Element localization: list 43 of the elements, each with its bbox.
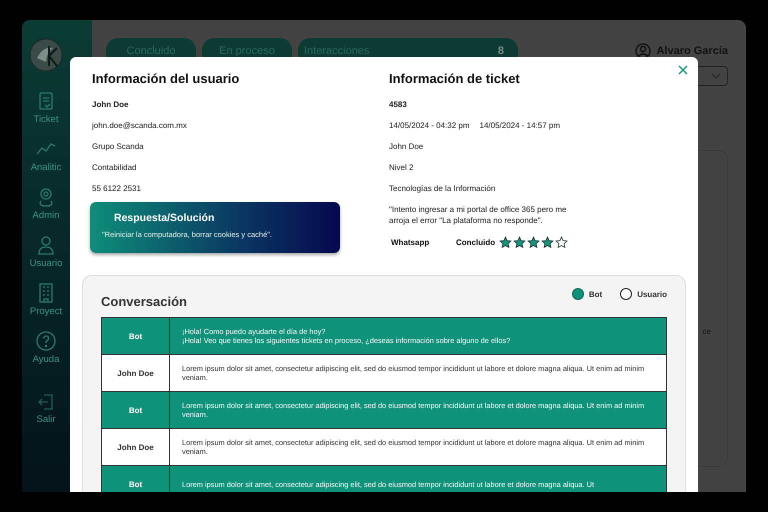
info-text: Tecnologías de la Información	[389, 184, 496, 193]
info-text: Contabilidad	[92, 163, 138, 172]
close-icon	[678, 65, 688, 75]
info-text: John Doe	[389, 142, 424, 151]
help-icon	[34, 330, 57, 352]
user-icon	[635, 43, 652, 59]
nav-item[interactable]: Ayuda	[32, 330, 60, 365]
nav-item[interactable]: Analitic	[30, 138, 62, 173]
solution-title: Respuesta/Solución	[113, 212, 216, 224]
nav-item[interactable]: Ticket	[34, 90, 58, 125]
info-text: Nivel 2	[389, 163, 414, 172]
conversation-title: Conversación	[101, 294, 187, 309]
ticket-id: 4583	[389, 100, 408, 109]
channel-text: Whatsapp	[391, 238, 430, 247]
sender-cell: Bot	[102, 392, 170, 428]
user-name: John Doe	[92, 100, 130, 109]
sender-cell: Bot	[102, 318, 170, 354]
star-icon	[541, 236, 554, 249]
section-title: Información de ticket	[389, 71, 521, 86]
sender-cell: Bot	[102, 466, 170, 492]
radio-option[interactable]: Bot	[572, 288, 602, 300]
sender-cell: John Doe	[102, 355, 170, 391]
star-icon	[513, 236, 526, 249]
star-icon	[555, 236, 568, 249]
description-text: "Intento ingresar a mi portal de office 365 pero me arroja el error "La plataforma no responde".	[389, 204, 568, 226]
nav-item[interactable]: Usuario	[30, 234, 62, 269]
close-button[interactable]	[676, 63, 690, 77]
info-text: Grupo Scanda	[92, 142, 145, 151]
logout-item[interactable]: Salir	[36, 392, 56, 425]
nav-item[interactable]: Admin	[32, 186, 60, 221]
info-text: 55 6122 2531	[92, 184, 142, 193]
status-text: Concluido	[456, 238, 496, 247]
date-text: 14/05/2024 - 04:32 pm	[389, 121, 470, 130]
info-text: john.doe@scanda.com.mx	[92, 121, 188, 130]
sender-cell: John Doe	[102, 429, 170, 465]
logo-icon	[29, 38, 63, 72]
star-icon	[527, 236, 540, 249]
nav-item[interactable]: Proyect	[30, 282, 62, 317]
date-text: 14/05/2024 - 14:57 pm	[480, 121, 560, 130]
chevron-down-icon	[711, 73, 721, 79]
section-title: Información del usuario	[92, 71, 240, 86]
radio-option[interactable]: Usuario	[620, 288, 667, 300]
star-icon	[499, 236, 512, 249]
